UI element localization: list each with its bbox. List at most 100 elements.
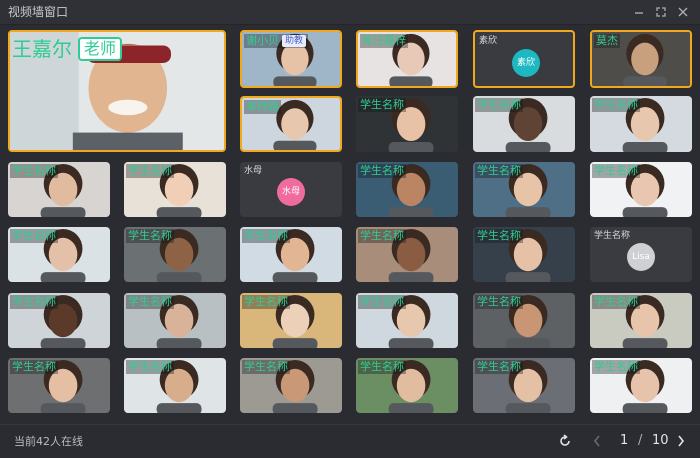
tile-name-text: 学生名称 xyxy=(128,360,172,373)
tile-name: 学生名称 xyxy=(242,229,290,243)
tile-name: 学生名称 xyxy=(475,229,523,243)
video-tile[interactable]: 学生名称 xyxy=(240,358,342,413)
video-tile[interactable]: 学生名称 xyxy=(124,293,226,348)
tile-name-text: 学生名称 xyxy=(360,229,404,242)
tile-name: 学生名称 xyxy=(10,295,58,309)
tile-name: 单梓路 xyxy=(244,100,281,114)
tile-name-text: 学生名称 xyxy=(12,164,56,177)
tile-name-text: 学生名称 xyxy=(477,229,521,242)
window-title: 视频墙窗口 xyxy=(8,5,69,19)
video-tile[interactable]: 学生名称 xyxy=(124,162,226,217)
video-tile[interactable]: 学生名称 xyxy=(124,227,226,282)
tile-name: 学生名称 xyxy=(126,360,174,374)
video-tile[interactable]: 水母 水母 xyxy=(240,162,342,217)
tile-name-text: 陈汪曼梓 xyxy=(362,34,406,47)
tile-name: 学生名称 xyxy=(475,98,523,112)
tile-name-text: 学生名称 xyxy=(594,295,638,308)
video-tile[interactable]: 学生名称 xyxy=(473,96,575,152)
page-total: 10 xyxy=(652,433,669,448)
tile-name-text: 学生名称 xyxy=(244,295,288,308)
tile-name: 学生名称 xyxy=(358,360,406,374)
avatar: Lisa xyxy=(627,242,655,271)
role-badge: 助教 xyxy=(282,35,307,47)
tile-name: 学生名称 xyxy=(10,164,58,178)
video-tile[interactable]: 学生名称 xyxy=(356,162,458,217)
video-tile[interactable]: 学生名称 Lisa xyxy=(590,227,692,282)
video-tile[interactable]: 陈汪曼梓 xyxy=(356,30,458,88)
tile-name: 学生名称 xyxy=(592,98,640,112)
tile-name: 学生名称 xyxy=(358,164,406,178)
video-tile[interactable]: 学生名称 xyxy=(8,358,110,413)
video-tile[interactable]: 学生名称 xyxy=(473,293,575,348)
maximize-icon[interactable] xyxy=(652,3,670,21)
tile-name: 学生名称 xyxy=(126,229,174,243)
next-page-icon[interactable] xyxy=(676,431,686,455)
video-tile[interactable]: 学生名称 xyxy=(590,358,692,413)
tile-name: 学生名称 xyxy=(126,295,174,309)
tile-name: 学生名称 xyxy=(475,164,523,178)
tile-name-text: 莫杰 xyxy=(596,34,618,47)
video-tile[interactable]: 学生名称 xyxy=(473,227,575,282)
video-tile[interactable]: 学生名称 xyxy=(356,227,458,282)
video-tile[interactable]: 学生名称 xyxy=(8,227,110,282)
minimize-icon[interactable] xyxy=(630,3,648,21)
tile-name-text: 单梓路 xyxy=(246,100,279,113)
tile-name: 莫杰 xyxy=(594,34,620,48)
video-tile[interactable]: 学生名称 xyxy=(240,293,342,348)
tile-name: 学生名称 xyxy=(592,360,640,374)
tile-name-text: 学生名称 xyxy=(128,229,172,242)
video-wall-window: 视频墙窗口 王嘉尔 老师 谢小贝 助教 陈汪曼梓 素欣 素欣 莫杰 单梓路 学生名称 学生名称 学生… xyxy=(0,0,700,458)
tile-name-text: 学生名称 xyxy=(477,295,521,308)
video-tile[interactable]: 学生名称 xyxy=(124,358,226,413)
tile-name: 学生名称 xyxy=(10,229,58,243)
tile-name-text: 学生名称 xyxy=(12,229,56,242)
pagination: 1 / 10 xyxy=(558,431,688,451)
video-tile[interactable]: 学生名称 xyxy=(590,162,692,217)
tile-name-text: 学生名称 xyxy=(128,164,172,177)
video-tile[interactable]: 学生名称 xyxy=(240,227,342,282)
tile-name-text: 学生名称 xyxy=(594,98,638,111)
video-tile[interactable]: 单梓路 xyxy=(240,96,342,152)
tile-name: 学生名称 xyxy=(10,360,58,374)
refresh-icon[interactable] xyxy=(558,431,572,455)
tile-name: 陈汪曼梓 xyxy=(360,34,408,48)
video-tile[interactable]: 学生名称 xyxy=(473,358,575,413)
tile-name-text: 学生名称 xyxy=(594,164,638,177)
tile-name: 学生名称 xyxy=(592,295,640,309)
online-count: 当前42人在线 xyxy=(14,435,83,448)
tile-name: 素欣 xyxy=(479,36,498,46)
video-tile[interactable]: 学生名称 xyxy=(590,293,692,348)
featured-video-tile[interactable]: 王嘉尔 老师 xyxy=(8,30,226,152)
tile-name: 水母 xyxy=(244,166,263,176)
close-icon[interactable] xyxy=(674,3,692,21)
video-tile[interactable]: 学生名称 xyxy=(356,293,458,348)
video-tile[interactable]: 学生名称 xyxy=(590,96,692,152)
tile-name-text: 学生名称 xyxy=(360,360,404,373)
title-bar: 视频墙窗口 xyxy=(0,0,700,25)
tile-name-text: 学生名称 xyxy=(360,164,404,177)
tile-name: 学生名称 xyxy=(242,295,290,309)
avatar: 水母 xyxy=(277,177,305,206)
tile-name: 学生名称 xyxy=(358,229,406,243)
tile-name-text: 学生名称 xyxy=(128,295,172,308)
video-tile[interactable]: 谢小贝 助教 xyxy=(240,30,342,88)
tile-name: 学生名称 xyxy=(242,360,290,374)
footer-bar: 当前42人在线 1 / 10 xyxy=(0,424,700,458)
tile-name: 学生名称 xyxy=(592,164,640,178)
video-tile[interactable]: 莫杰 xyxy=(590,30,692,88)
tile-name-text: 学生名称 xyxy=(12,295,56,308)
video-tile[interactable]: 学生名称 xyxy=(8,293,110,348)
tile-name-text: 学生名称 xyxy=(477,98,521,111)
video-tile[interactable]: 学生名称 xyxy=(473,162,575,217)
video-tile[interactable]: 学生名称 xyxy=(356,358,458,413)
tile-name-text: 学生名称 xyxy=(594,360,638,373)
tile-name: 学生名称 xyxy=(358,98,406,112)
prev-page-icon[interactable] xyxy=(592,431,602,455)
tile-name-text: 学生名称 xyxy=(477,360,521,373)
video-tile[interactable]: 素欣 素欣 xyxy=(473,30,575,88)
video-tile[interactable]: 学生名称 xyxy=(8,162,110,217)
tile-name: 学生名称 xyxy=(594,231,631,241)
tile-name: 学生名称 xyxy=(126,164,174,178)
video-tile[interactable]: 学生名称 xyxy=(356,96,458,152)
tile-name-text: 谢小贝 xyxy=(246,34,279,47)
